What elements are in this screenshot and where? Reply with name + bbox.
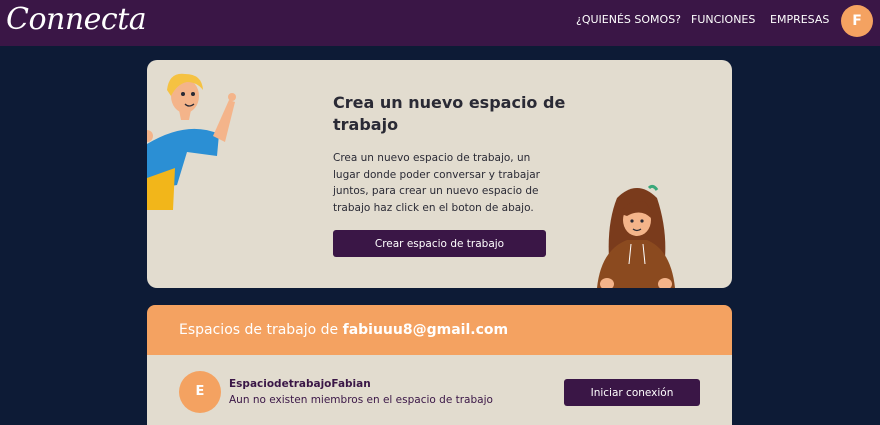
- workspaces-header: Espacios de trabajo de fabiuuu8@gmail.co…: [147, 305, 732, 355]
- boy-illustration: [147, 73, 236, 210]
- user-email: fabiuuu8@gmail.com: [342, 322, 509, 338]
- hero-description: Crea un nuevo espacio de trabajo, un lug…: [333, 152, 540, 214]
- create-workspace-button[interactable]: Crear espacio de trabajo: [333, 230, 546, 257]
- create-workspace-card: Crea un nuevo espacio de trabajo Crea un…: [147, 60, 732, 288]
- workspace-list-item: E EspaciodetrabajoFabian Aun no existen …: [147, 355, 732, 425]
- workspaces-header-prefix: Espacios de trabajo de: [179, 322, 343, 338]
- girl-illustration: [597, 184, 675, 288]
- user-avatar[interactable]: F: [841, 5, 873, 37]
- hero-title: Crea un nuevo espacio de trabajo: [333, 93, 566, 134]
- workspace-members-status: Aun no existen miembros en el espacio de…: [229, 394, 493, 406]
- workspace-name: EspaciodetrabajoFabian: [229, 378, 371, 390]
- workspace-avatar: E: [179, 371, 221, 413]
- workspaces-header-title: Espacios de trabajo de fabiuuu8@gmail.co…: [179, 321, 508, 339]
- nav-link-funciones[interactable]: FUNCIONES: [691, 13, 755, 27]
- nav-link-quienes-somos[interactable]: ¿QUIENÉS SOMOS?: [576, 13, 681, 27]
- connecta-logo[interactable]: Connecta: [6, 0, 147, 40]
- nav-link-empresas[interactable]: EMPRESAS: [770, 13, 829, 27]
- start-connection-button[interactable]: Iniciar conexión: [564, 379, 700, 406]
- top-navbar: Connecta ¿QUIENÉS SOMOS? FUNCIONES EMPRE…: [0, 0, 880, 46]
